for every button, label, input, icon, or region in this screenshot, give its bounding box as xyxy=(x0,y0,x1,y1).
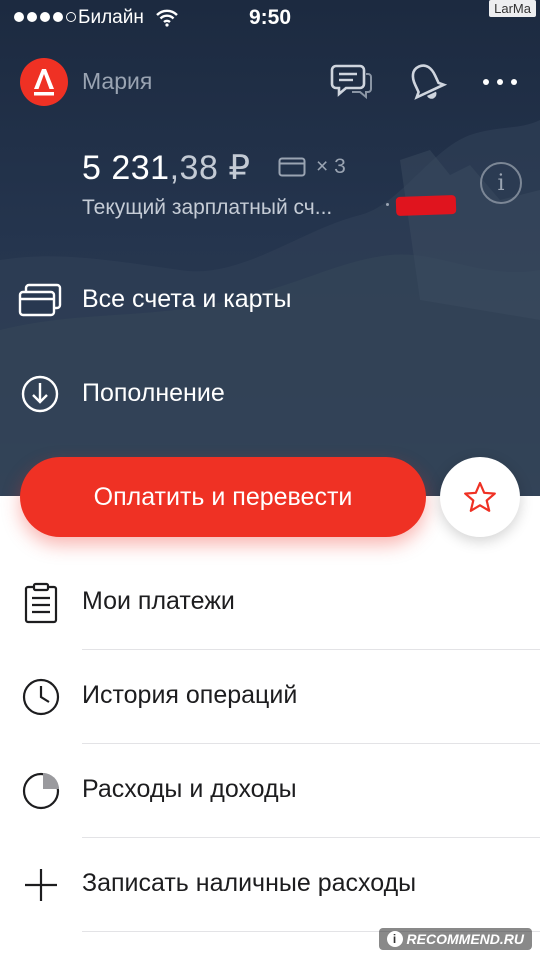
top-up-item[interactable]: Пополнение xyxy=(0,362,540,422)
cards-icon xyxy=(18,278,62,322)
clock-icon xyxy=(18,674,64,720)
star-icon xyxy=(464,481,496,512)
redaction-mark xyxy=(395,194,457,217)
clock-time: 9:50 xyxy=(248,6,292,29)
more-icon[interactable] xyxy=(476,58,524,106)
plus-icon xyxy=(18,862,64,908)
clipboard-icon xyxy=(18,580,64,626)
history-item[interactable]: История операций xyxy=(0,650,540,744)
bank-logo[interactable] xyxy=(20,58,68,106)
pay-and-transfer-button[interactable]: Оплатить и перевести xyxy=(20,457,426,537)
record-cash-expenses-item[interactable]: Записать наличные расходы xyxy=(0,838,540,932)
my-payments-item[interactable]: Мои платежи xyxy=(0,556,540,650)
hero-panel: Билайн 9:50 LarMa Мария 5 231,38 ₽ × 3 Т… xyxy=(0,0,540,496)
chat-icon[interactable] xyxy=(328,58,376,106)
info-button[interactable]: i xyxy=(480,162,522,204)
recommend-logo-icon: i xyxy=(386,931,403,947)
user-name[interactable]: Мария xyxy=(82,68,152,95)
redaction-dot xyxy=(386,203,389,206)
favorites-button[interactable] xyxy=(440,457,520,537)
watermark-bottom-text: RECOMMEND.RU xyxy=(406,931,524,947)
balance-main: 5 231 xyxy=(82,149,170,187)
watermark-top: LarMa xyxy=(489,0,536,17)
history-label: История операций xyxy=(82,681,298,709)
card-count-value: × 3 xyxy=(316,155,346,178)
status-bar: Билайн 9:50 LarMa xyxy=(0,0,540,36)
record-cash-expenses-label: Записать наличные расходы xyxy=(82,869,417,897)
balance-kopecks: ,38 xyxy=(169,149,219,187)
currency-symbol: ₽ xyxy=(228,149,251,187)
expenses-income-item[interactable]: Расходы и доходы xyxy=(0,744,540,838)
alfa-logo-icon xyxy=(34,69,54,96)
download-circle-icon xyxy=(18,372,62,416)
my-payments-label: Мои платежи xyxy=(82,587,235,615)
watermark-bottom: i RECOMMEND.RU xyxy=(378,928,532,950)
info-icon: i xyxy=(497,170,505,196)
top-up-label: Пополнение xyxy=(82,379,225,407)
account-name[interactable]: Текущий зарплатный сч... xyxy=(82,196,332,220)
card-count[interactable]: × 3 xyxy=(278,155,346,179)
all-accounts-item[interactable]: Все счета и карты xyxy=(0,268,540,328)
card-icon xyxy=(278,157,306,177)
bell-icon[interactable] xyxy=(402,58,450,106)
account-balance[interactable]: 5 231,38 ₽ xyxy=(82,148,250,188)
expenses-income-label: Расходы и доходы xyxy=(82,775,297,803)
pie-chart-icon xyxy=(18,768,64,814)
all-accounts-label: Все счета и карты xyxy=(82,285,292,313)
